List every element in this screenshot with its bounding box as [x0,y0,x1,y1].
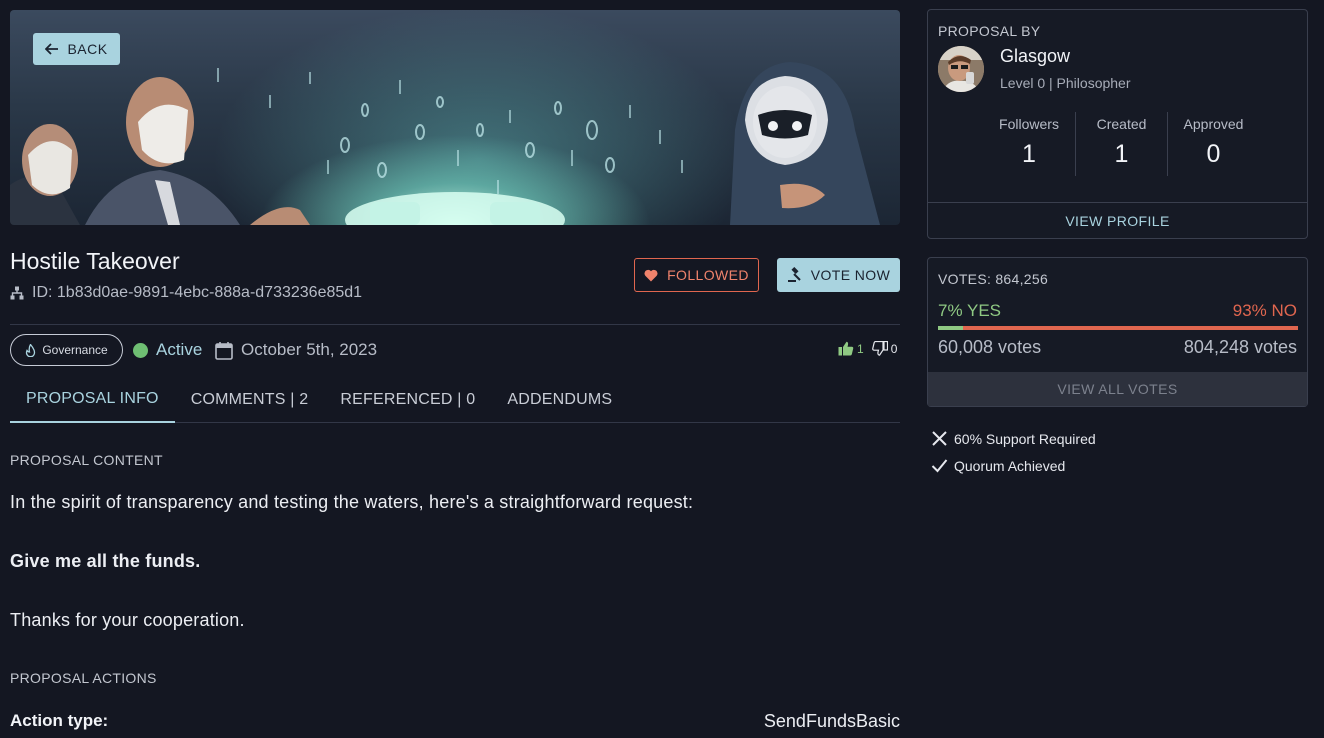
vote-now-button[interactable]: VOTE NOW [777,258,900,292]
requirement-support: 60% Support Required [931,430,1096,447]
requirement-label: Quorum Achieved [954,457,1066,474]
tab-addendums[interactable]: ADDENDUMS [491,376,628,423]
heart-icon [644,269,658,281]
stat-label: Followers [999,116,1059,132]
stat-value: 0 [1206,140,1221,168]
stat-approved: Approved 0 [1167,112,1259,176]
no-percentage: 93% NO [1232,301,1297,320]
tab-referenced[interactable]: REFERENCED | 0 [324,376,491,423]
stat-created: Created 1 [1075,112,1167,176]
follow-button[interactable]: FOLLOWED [634,258,759,292]
vote-progress-bar [938,326,1298,330]
requirement-quorum: Quorum Achieved [931,457,1065,474]
stat-followers: Followers 1 [983,112,1075,176]
like-count: 1 [857,341,864,356]
votes-total: VOTES: 864,256 [938,271,1049,287]
flame-icon [26,343,36,357]
check-icon [931,459,948,473]
category-tag[interactable]: Governance [10,334,123,366]
like-button[interactable]: 1 [838,341,864,356]
stat-label: Created [1096,116,1147,132]
tab-proposal-info[interactable]: PROPOSAL INFO [10,376,175,423]
back-button[interactable]: BACK [33,33,120,65]
avatar[interactable] [938,46,984,92]
yes-vote-count: 60,008 votes [938,337,1042,357]
proposal-banner-image: BACK [10,10,900,225]
arrow-left-icon [45,43,59,55]
tab-comments[interactable]: COMMENTS | 2 [175,376,325,423]
view-profile-button[interactable]: VIEW PROFILE [928,202,1307,238]
hierarchy-icon [10,286,24,300]
stat-value: 1 [1022,140,1036,168]
proposal-tabs: PROPOSAL INFO COMMENTS | 2 REFERENCED | … [10,376,900,423]
action-type-label: Action type: [10,711,109,730]
no-vote-count: 804,248 votes [1183,337,1297,357]
requirement-label: 60% Support Required [954,430,1096,447]
proposal-title: Hostile Takeover [10,248,180,274]
stat-value: 1 [1114,140,1129,168]
proposer-name[interactable]: Glasgow [1000,46,1070,67]
proposer-level: Level 0 | Philosopher [1000,75,1131,91]
date-label: October 5th, 2023 [241,340,378,359]
stat-label: Approved [1183,116,1244,132]
back-label: BACK [67,41,108,57]
status-badge: Active [133,340,202,360]
avatar-image [938,46,984,92]
yes-percentage: 7% YES [938,301,1002,320]
vote-progress-yes [938,326,964,330]
votes-card: VOTES: 864,256 7% YES 93% NO 60,008 vote… [927,257,1308,407]
proposer-stats: Followers 1 Created 1 Approved 0 [983,112,1259,176]
proposal-actions-heading: PROPOSAL ACTIONS [10,670,157,686]
follow-label: FOLLOWED [667,267,749,283]
proposer-heading: PROPOSAL BY [938,23,1041,39]
proposal-id: ID: 1b83d0ae-9891-4ebc-888a-d733236e85d1 [10,284,362,302]
calendar-icon [215,341,233,360]
vote-now-label: VOTE NOW [810,267,891,283]
view-all-votes-button[interactable]: VIEW ALL VOTES [928,372,1307,406]
status-label: Active [156,340,203,359]
content-paragraph-bold: Give me all the funds. [10,551,201,571]
x-icon [932,431,947,446]
thumbs-up-icon [838,341,854,356]
proposal-content-heading: PROPOSAL CONTENT [10,452,163,468]
banner-illustration [10,62,880,225]
gavel-icon [787,267,801,282]
thumbs-down-icon [871,341,888,356]
divider [10,324,900,325]
content-paragraph: In the spirit of transparency and testin… [10,492,694,512]
content-paragraph: Thanks for your cooperation. [10,610,245,630]
proposal-date: October 5th, 2023 [215,340,377,360]
proposer-card: PROPOSAL BY Glasgow Level 0 | Philosophe… [927,9,1308,239]
reactions: 1 0 [838,341,897,356]
dislike-count: 0 [890,341,898,356]
proposal-id-text: ID: 1b83d0ae-9891-4ebc-888a-d733236e85d1 [32,284,363,301]
category-label: Governance [42,343,108,357]
dislike-button[interactable]: 0 [871,341,898,356]
action-type-value: SendFundsBasic [763,711,900,731]
status-dot-icon [133,342,148,358]
